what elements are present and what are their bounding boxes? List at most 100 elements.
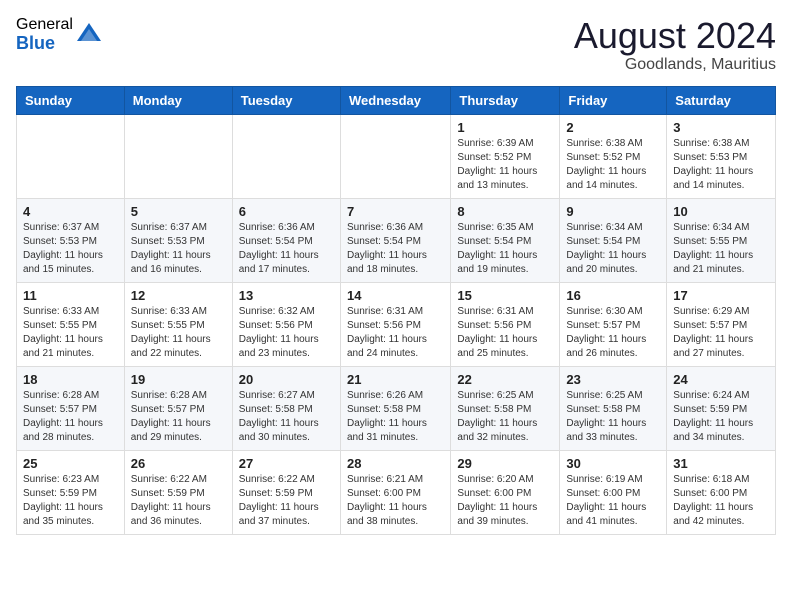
day-info: Sunrise: 6:22 AMSunset: 5:59 PMDaylight:…: [239, 473, 334, 529]
table-row: 13 Sunrise: 6:32 AMSunset: 5:56 PMDayligh…: [232, 282, 340, 366]
table-row: [232, 114, 340, 198]
table-row: 6Sunrise: 6:36 AMSunset: 5:54 PMDaylight…: [232, 198, 340, 282]
day-info: Sunrise: 6:35 AMSunset: 5:54 PMDaylight:…: [457, 221, 553, 277]
day-number: 26: [131, 456, 226, 471]
calendar-week-row: 18 Sunrise: 6:28 AMSunset: 5:57 PMDayligh…: [17, 366, 776, 450]
table-row: 23 Sunrise: 6:25 AMSunset: 5:58 PMDayligh…: [560, 366, 667, 450]
day-number: 25: [23, 456, 118, 471]
day-number: 23: [566, 372, 660, 387]
day-info: Sunrise: 6:18 AMSunset: 6:00 PMDaylight:…: [673, 473, 769, 529]
day-info: Sunrise: 6:36 AMSunset: 5:54 PMDaylight:…: [239, 221, 334, 277]
table-row: 22 Sunrise: 6:25 AMSunset: 5:58 PMDayligh…: [451, 366, 560, 450]
day-number: 18: [23, 372, 118, 387]
table-row: 9 Sunrise: 6:34 AMSunset: 5:54 PMDaylight…: [560, 198, 667, 282]
page: General Blue August 2024 Goodlands, Maur…: [0, 0, 792, 551]
day-number: 17: [673, 288, 769, 303]
calendar-week-row: 25 Sunrise: 6:23 AMSunset: 5:59 PMDayligh…: [17, 450, 776, 534]
table-row: 30Sunrise: 6:19 AMSunset: 6:00 PMDayligh…: [560, 450, 667, 534]
day-info: Sunrise: 6:30 AMSunset: 5:57 PMDaylight:…: [566, 305, 660, 361]
day-info: Sunrise: 6:25 AMSunset: 5:58 PMDaylight:…: [566, 389, 660, 445]
day-number: 5: [131, 204, 226, 219]
table-row: 8 Sunrise: 6:35 AMSunset: 5:54 PMDaylight…: [451, 198, 560, 282]
day-info: Sunrise: 6:28 AMSunset: 5:57 PMDaylight:…: [23, 389, 118, 445]
day-number: 22: [457, 372, 553, 387]
day-number: 10: [673, 204, 769, 219]
day-info: Sunrise: 6:34 AMSunset: 5:55 PMDaylight:…: [673, 221, 769, 277]
day-number: 7: [347, 204, 444, 219]
table-row: 11Sunrise: 6:33 AMSunset: 5:55 PMDayligh…: [17, 282, 125, 366]
day-number: 31: [673, 456, 769, 471]
table-row: 16 Sunrise: 6:30 AMSunset: 5:57 PMDayligh…: [560, 282, 667, 366]
day-info: Sunrise: 6:33 AMSunset: 5:55 PMDaylight:…: [131, 305, 226, 361]
table-row: 28Sunrise: 6:21 AMSunset: 6:00 PMDayligh…: [340, 450, 450, 534]
day-info: Sunrise: 6:22 AMSunset: 5:59 PMDaylight:…: [131, 473, 226, 529]
col-sunday: Sunday: [17, 86, 125, 114]
day-number: 24: [673, 372, 769, 387]
day-number: 9: [566, 204, 660, 219]
day-info: Sunrise: 6:29 AMSunset: 5:57 PMDaylight:…: [673, 305, 769, 361]
col-tuesday: Tuesday: [232, 86, 340, 114]
day-number: 13: [239, 288, 334, 303]
table-row: 12 Sunrise: 6:33 AMSunset: 5:55 PMDayligh…: [124, 282, 232, 366]
table-row: 15 Sunrise: 6:31 AMSunset: 5:56 PMDayligh…: [451, 282, 560, 366]
table-row: 2 Sunrise: 6:38 AMSunset: 5:52 PMDaylight…: [560, 114, 667, 198]
day-info: Sunrise: 6:33 AMSunset: 5:55 PMDaylight:…: [23, 305, 118, 361]
day-info: Sunrise: 6:28 AMSunset: 5:57 PMDaylight:…: [131, 389, 226, 445]
table-row: 21 Sunrise: 6:26 AMSunset: 5:58 PMDayligh…: [340, 366, 450, 450]
day-info: Sunrise: 6:39 AMSunset: 5:52 PMDaylight:…: [457, 137, 553, 193]
table-row: 7 Sunrise: 6:36 AMSunset: 5:54 PMDaylight…: [340, 198, 450, 282]
header: General Blue August 2024 Goodlands, Maur…: [16, 16, 776, 74]
day-number: 19: [131, 372, 226, 387]
table-row: 27Sunrise: 6:22 AMSunset: 5:59 PMDayligh…: [232, 450, 340, 534]
table-row: [17, 114, 125, 198]
col-friday: Friday: [560, 86, 667, 114]
location: Goodlands, Mauritius: [574, 56, 776, 74]
col-wednesday: Wednesday: [340, 86, 450, 114]
title-block: August 2024 Goodlands, Mauritius: [574, 16, 776, 74]
day-info: Sunrise: 6:37 AMSunset: 5:53 PMDaylight:…: [131, 221, 226, 277]
calendar-header-row: Sunday Monday Tuesday Wednesday Thursday…: [17, 86, 776, 114]
logo-text: General Blue: [16, 16, 73, 53]
day-info: Sunrise: 6:31 AMSunset: 5:56 PMDaylight:…: [457, 305, 553, 361]
day-info: Sunrise: 6:32 AMSunset: 5:56 PMDaylight:…: [239, 305, 334, 361]
day-info: Sunrise: 6:25 AMSunset: 5:58 PMDaylight:…: [457, 389, 553, 445]
day-info: Sunrise: 6:24 AMSunset: 5:59 PMDaylight:…: [673, 389, 769, 445]
calendar-week-row: 1 Sunrise: 6:39 AMSunset: 5:52 PMDaylight…: [17, 114, 776, 198]
logo-blue: Blue: [16, 34, 73, 54]
day-number: 12: [131, 288, 226, 303]
day-number: 8: [457, 204, 553, 219]
day-number: 20: [239, 372, 334, 387]
table-row: 4 Sunrise: 6:37 AMSunset: 5:53 PMDaylight…: [17, 198, 125, 282]
day-info: Sunrise: 6:19 AMSunset: 6:00 PMDaylight:…: [566, 473, 660, 529]
day-number: 1: [457, 120, 553, 135]
day-info: Sunrise: 6:31 AMSunset: 5:56 PMDaylight:…: [347, 305, 444, 361]
day-info: Sunrise: 6:38 AMSunset: 5:52 PMDaylight:…: [566, 137, 660, 193]
day-number: 3: [673, 120, 769, 135]
table-row: 29 Sunrise: 6:20 AMSunset: 6:00 PMDayligh…: [451, 450, 560, 534]
day-number: 29: [457, 456, 553, 471]
day-info: Sunrise: 6:20 AMSunset: 6:00 PMDaylight:…: [457, 473, 553, 529]
day-info: Sunrise: 6:26 AMSunset: 5:58 PMDaylight:…: [347, 389, 444, 445]
calendar-week-row: 11Sunrise: 6:33 AMSunset: 5:55 PMDayligh…: [17, 282, 776, 366]
day-number: 15: [457, 288, 553, 303]
logo-general: General: [16, 16, 73, 34]
calendar-table: Sunday Monday Tuesday Wednesday Thursday…: [16, 86, 776, 535]
day-number: 16: [566, 288, 660, 303]
table-row: 18 Sunrise: 6:28 AMSunset: 5:57 PMDayligh…: [17, 366, 125, 450]
table-row: 5 Sunrise: 6:37 AMSunset: 5:53 PMDaylight…: [124, 198, 232, 282]
table-row: 25 Sunrise: 6:23 AMSunset: 5:59 PMDayligh…: [17, 450, 125, 534]
table-row: 17 Sunrise: 6:29 AMSunset: 5:57 PMDayligh…: [667, 282, 776, 366]
day-info: Sunrise: 6:37 AMSunset: 5:53 PMDaylight:…: [23, 221, 118, 277]
table-row: 14Sunrise: 6:31 AMSunset: 5:56 PMDayligh…: [340, 282, 450, 366]
logo-icon: [75, 19, 103, 47]
day-info: Sunrise: 6:27 AMSunset: 5:58 PMDaylight:…: [239, 389, 334, 445]
col-saturday: Saturday: [667, 86, 776, 114]
col-monday: Monday: [124, 86, 232, 114]
day-info: Sunrise: 6:23 AMSunset: 5:59 PMDaylight:…: [23, 473, 118, 529]
day-info: Sunrise: 6:36 AMSunset: 5:54 PMDaylight:…: [347, 221, 444, 277]
day-number: 28: [347, 456, 444, 471]
day-info: Sunrise: 6:34 AMSunset: 5:54 PMDaylight:…: [566, 221, 660, 277]
day-number: 4: [23, 204, 118, 219]
day-number: 21: [347, 372, 444, 387]
day-number: 2: [566, 120, 660, 135]
